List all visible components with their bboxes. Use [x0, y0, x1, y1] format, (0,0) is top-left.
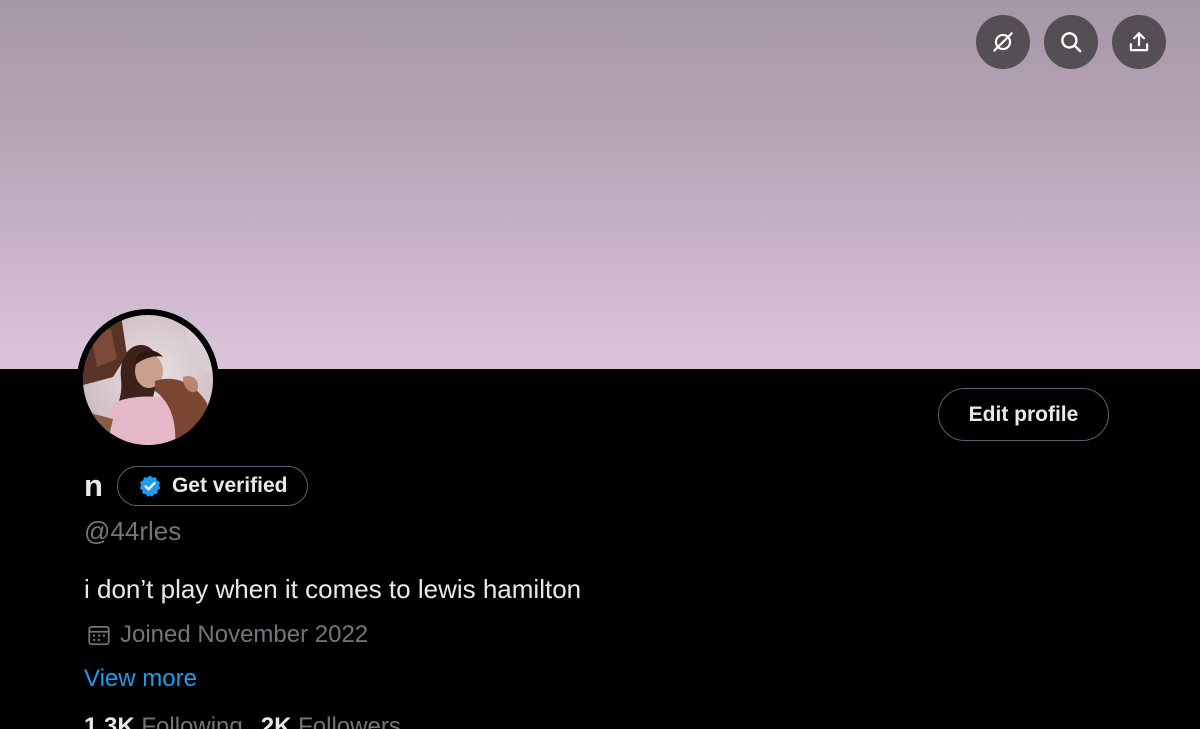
- top-actions: [976, 15, 1166, 69]
- profile-bio: i don’t play when it comes to lewis hami…: [84, 574, 582, 604]
- search-button[interactable]: [1044, 15, 1098, 69]
- followers-link[interactable]: 2K Followers: [261, 712, 401, 729]
- share-icon: [1129, 32, 1149, 52]
- following-count: 1.3K: [84, 713, 135, 729]
- profile-stats: 1.3K Following 2K Followers: [84, 712, 401, 729]
- get-verified-button[interactable]: Get verified: [116, 466, 309, 506]
- display-name: n: [84, 468, 103, 503]
- avatar[interactable]: [77, 309, 219, 451]
- edit-profile-label: Edit profile: [968, 402, 1079, 426]
- profile-page: Edit profile n Get verified @44rles i do…: [0, 0, 1200, 729]
- joined-date: Joined November 2022: [86, 620, 368, 650]
- avatar-photo: [83, 315, 213, 445]
- followers-label: Followers: [298, 713, 401, 729]
- name-row: n Get verified: [84, 464, 309, 508]
- get-verified-label: Get verified: [171, 474, 288, 497]
- followers-count: 2K: [260, 713, 292, 729]
- profile-handle: @44rles: [84, 516, 182, 546]
- share-button[interactable]: [1112, 15, 1166, 69]
- joined-label: Joined November 2022: [120, 621, 369, 648]
- edit-profile-button[interactable]: Edit profile: [938, 388, 1109, 441]
- calendar-icon: [88, 626, 110, 646]
- search-icon: [1061, 32, 1082, 53]
- grok-button[interactable]: [976, 15, 1030, 69]
- following-label: Following: [141, 713, 243, 729]
- verified-badge-icon: [139, 475, 161, 497]
- following-link[interactable]: 1.3K Following: [84, 712, 243, 729]
- grok-icon: [993, 32, 1013, 52]
- profile-banner[interactable]: [0, 0, 1200, 369]
- view-more-link[interactable]: View more: [84, 664, 197, 694]
